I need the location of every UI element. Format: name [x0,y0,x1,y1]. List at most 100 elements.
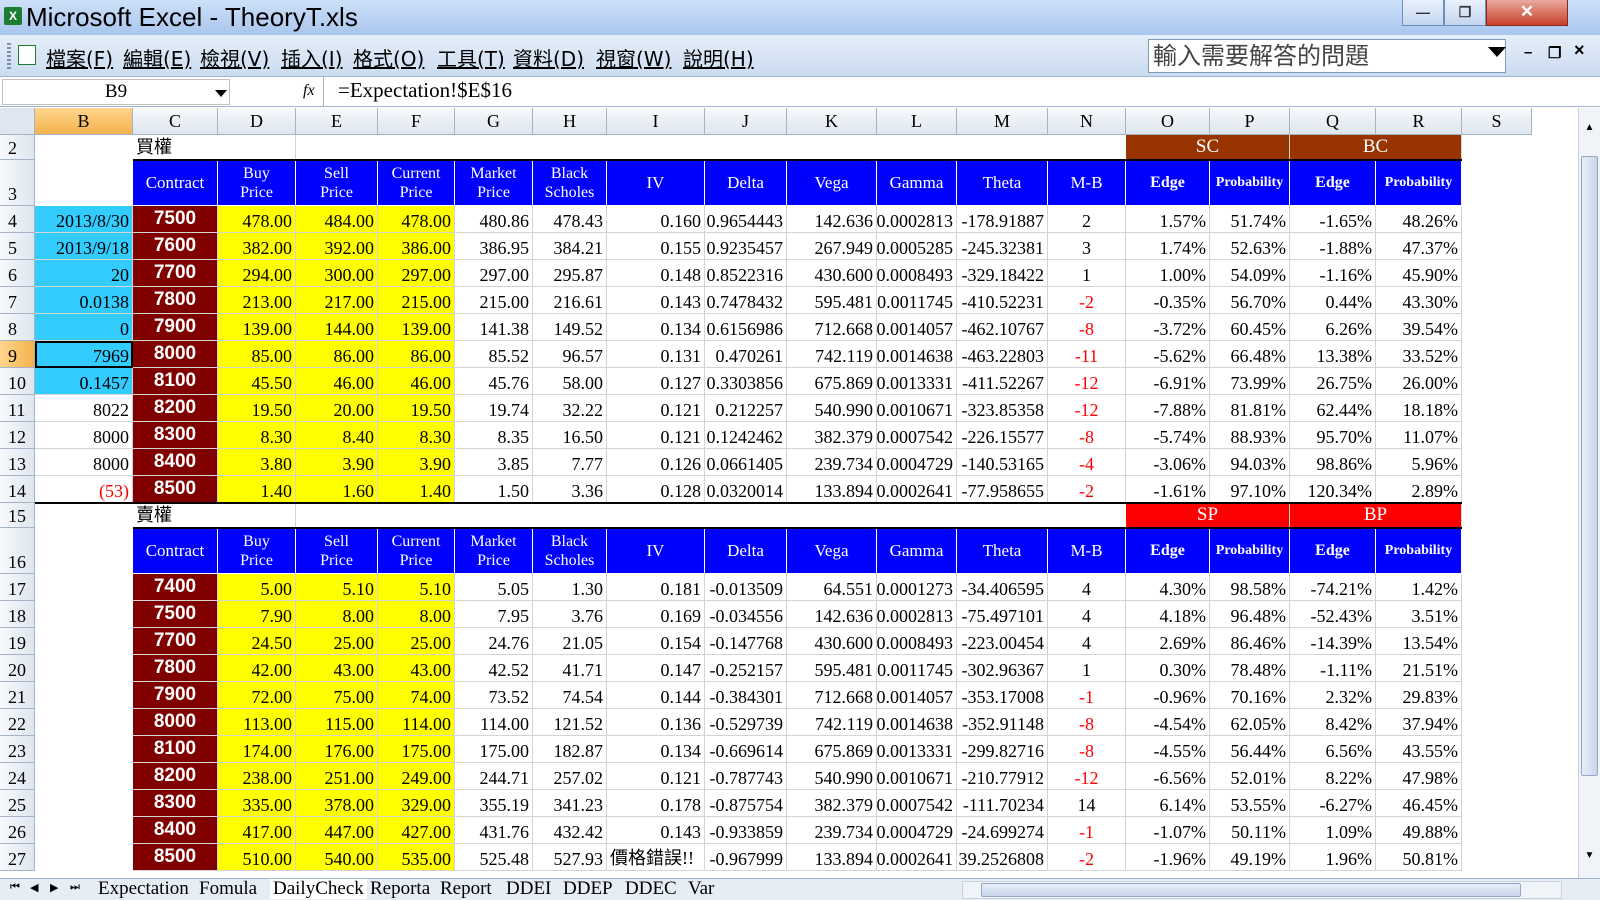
put-m-cell[interactable]: -299.82716 [957,736,1048,763]
put-o-cell[interactable]: -6.56% [1126,763,1210,790]
put-j-cell[interactable]: -0.669614 [705,736,787,763]
put-l-cell[interactable]: 0.0002813 [877,601,957,628]
put-e-cell[interactable]: 447.00 [296,817,378,844]
put-g-cell[interactable]: 175.00 [455,736,533,763]
call-n-cell[interactable]: 3 [1048,233,1126,260]
call-d-cell[interactable]: 3.80 [218,449,296,476]
put-n-cell[interactable]: -1 [1048,682,1126,709]
call-header-prob1[interactable]: Probability [1210,160,1290,206]
put-e-cell[interactable]: 540.00 [296,844,378,871]
put-q-cell[interactable]: -14.39% [1290,628,1376,655]
sheet-tab-expectation[interactable]: Expectation [98,879,189,899]
call-j-cell[interactable]: 0.9235457 [705,233,787,260]
put-p-cell[interactable]: 53.55% [1210,790,1290,817]
call-q-cell[interactable]: 120.34% [1290,476,1376,503]
call-p-cell[interactable]: 56.70% [1210,287,1290,314]
call-d-cell[interactable]: 294.00 [218,260,296,287]
put-n-cell[interactable]: 4 [1048,601,1126,628]
put-e-cell[interactable]: 25.00 [296,628,378,655]
section-label-put[interactable]: 賣權 [133,503,296,528]
put-r-cell[interactable]: 13.54% [1376,628,1462,655]
row-header-9[interactable]: 9 [0,341,35,368]
call-d-cell[interactable]: 1.40 [218,476,296,503]
put-h-cell[interactable]: 41.71 [533,655,607,682]
put-q-cell[interactable]: 1.09% [1290,817,1376,844]
put-p-cell[interactable]: 70.16% [1210,682,1290,709]
column-header-o[interactable]: O [1126,108,1210,135]
call-d-cell[interactable]: 45.50 [218,368,296,395]
put-l-cell[interactable]: 0.0014638 [877,709,957,736]
column-header-k[interactable]: K [787,108,877,135]
row-header-14[interactable]: 14 [0,476,35,503]
call-p-cell[interactable]: 60.45% [1210,314,1290,341]
put-h-cell[interactable]: 74.54 [533,682,607,709]
call-d-cell[interactable]: 19.50 [218,395,296,422]
row-header-24[interactable]: 24 [0,763,35,790]
select-all-corner[interactable] [0,108,35,135]
call-f-cell[interactable]: 1.40 [378,476,455,503]
column-header-r[interactable]: R [1376,108,1462,135]
call-j-cell[interactable]: 0.9654443 [705,206,787,233]
put-o-cell[interactable]: 2.69% [1126,628,1210,655]
call-r-cell[interactable]: 18.18% [1376,395,1462,422]
put-n-cell[interactable]: 4 [1048,628,1126,655]
b-value-cell[interactable]: 20 [35,260,133,287]
call-e-cell[interactable]: 217.00 [296,287,378,314]
call-o-cell[interactable]: -0.35% [1126,287,1210,314]
menu-item-3[interactable]: 檢視(V) [200,43,269,72]
put-header-delta[interactable]: Delta [705,528,787,574]
put-q-cell[interactable]: -74.21% [1290,574,1376,601]
put-header-prob1[interactable]: Probability [1210,528,1290,574]
put-q-cell[interactable]: -52.43% [1290,601,1376,628]
call-k-cell[interactable]: 675.869 [787,368,877,395]
call-h-cell[interactable]: 32.22 [533,395,607,422]
call-m-cell[interactable]: -329.18422 [957,260,1048,287]
put-e-cell[interactable]: 251.00 [296,763,378,790]
row-header-4[interactable]: 4 [0,206,35,233]
call-i-cell[interactable]: 0.128 [607,476,705,503]
call-f-cell[interactable]: 46.00 [378,368,455,395]
put-i-cell[interactable]: 0.144 [607,682,705,709]
menu-item-9[interactable]: 說明(H) [683,43,754,72]
put-l-cell[interactable]: 0.0001273 [877,574,957,601]
put-c-cell[interactable]: 7900 [133,682,218,709]
put-l-cell[interactable]: 0.0011745 [877,655,957,682]
call-o-cell[interactable]: -5.62% [1126,341,1210,368]
b-value-cell[interactable]: 0.1457 [35,368,133,395]
section-label-call[interactable]: 買權 [133,135,296,160]
put-o-cell[interactable]: -1.96% [1126,844,1210,871]
call-q-cell[interactable]: -1.88% [1290,233,1376,260]
call-header-delta[interactable]: Delta [705,160,787,206]
put-m-cell[interactable]: -210.77912 [957,763,1048,790]
put-f-cell[interactable]: 329.00 [378,790,455,817]
ask-dropdown-icon[interactable] [1488,47,1506,57]
call-c-cell[interactable]: 7800 [133,287,218,314]
put-header-prob2[interactable]: Probability [1376,528,1462,574]
put-q-cell[interactable]: -1.11% [1290,655,1376,682]
put-e-cell[interactable]: 115.00 [296,709,378,736]
put-f-cell[interactable]: 427.00 [378,817,455,844]
sheet-tab-ddep[interactable]: DDEP [563,879,613,899]
put-k-cell[interactable]: 675.869 [787,736,877,763]
call-q-cell[interactable]: -1.65% [1290,206,1376,233]
put-o-cell[interactable]: 6.14% [1126,790,1210,817]
call-header-black[interactable]: Black Scholes [533,160,607,206]
call-o-cell[interactable]: 1.57% [1126,206,1210,233]
put-h-cell[interactable]: 21.05 [533,628,607,655]
insert-function-icon[interactable]: fx [303,82,315,100]
call-i-cell[interactable]: 0.143 [607,287,705,314]
b-value-cell[interactable]: 2013/8/30 [35,206,133,233]
ask-question-input[interactable]: 輸入需要解答的問題 [1148,39,1506,73]
vertical-scroll-thumb[interactable] [1581,156,1598,776]
row-header-18[interactable]: 18 [0,601,35,628]
call-o-cell[interactable]: -3.06% [1126,449,1210,476]
put-i-cell[interactable]: 0.181 [607,574,705,601]
column-header-g[interactable]: G [455,108,533,135]
call-header-theta[interactable]: Theta [957,160,1048,206]
row-header-10[interactable]: 10 [0,368,35,395]
put-m-cell[interactable]: 39.2526808 [957,844,1048,871]
put-header-contract[interactable]: Contract [133,528,218,574]
call-d-cell[interactable]: 478.00 [218,206,296,233]
call-i-cell[interactable]: 0.148 [607,260,705,287]
put-o-cell[interactable]: 4.30% [1126,574,1210,601]
